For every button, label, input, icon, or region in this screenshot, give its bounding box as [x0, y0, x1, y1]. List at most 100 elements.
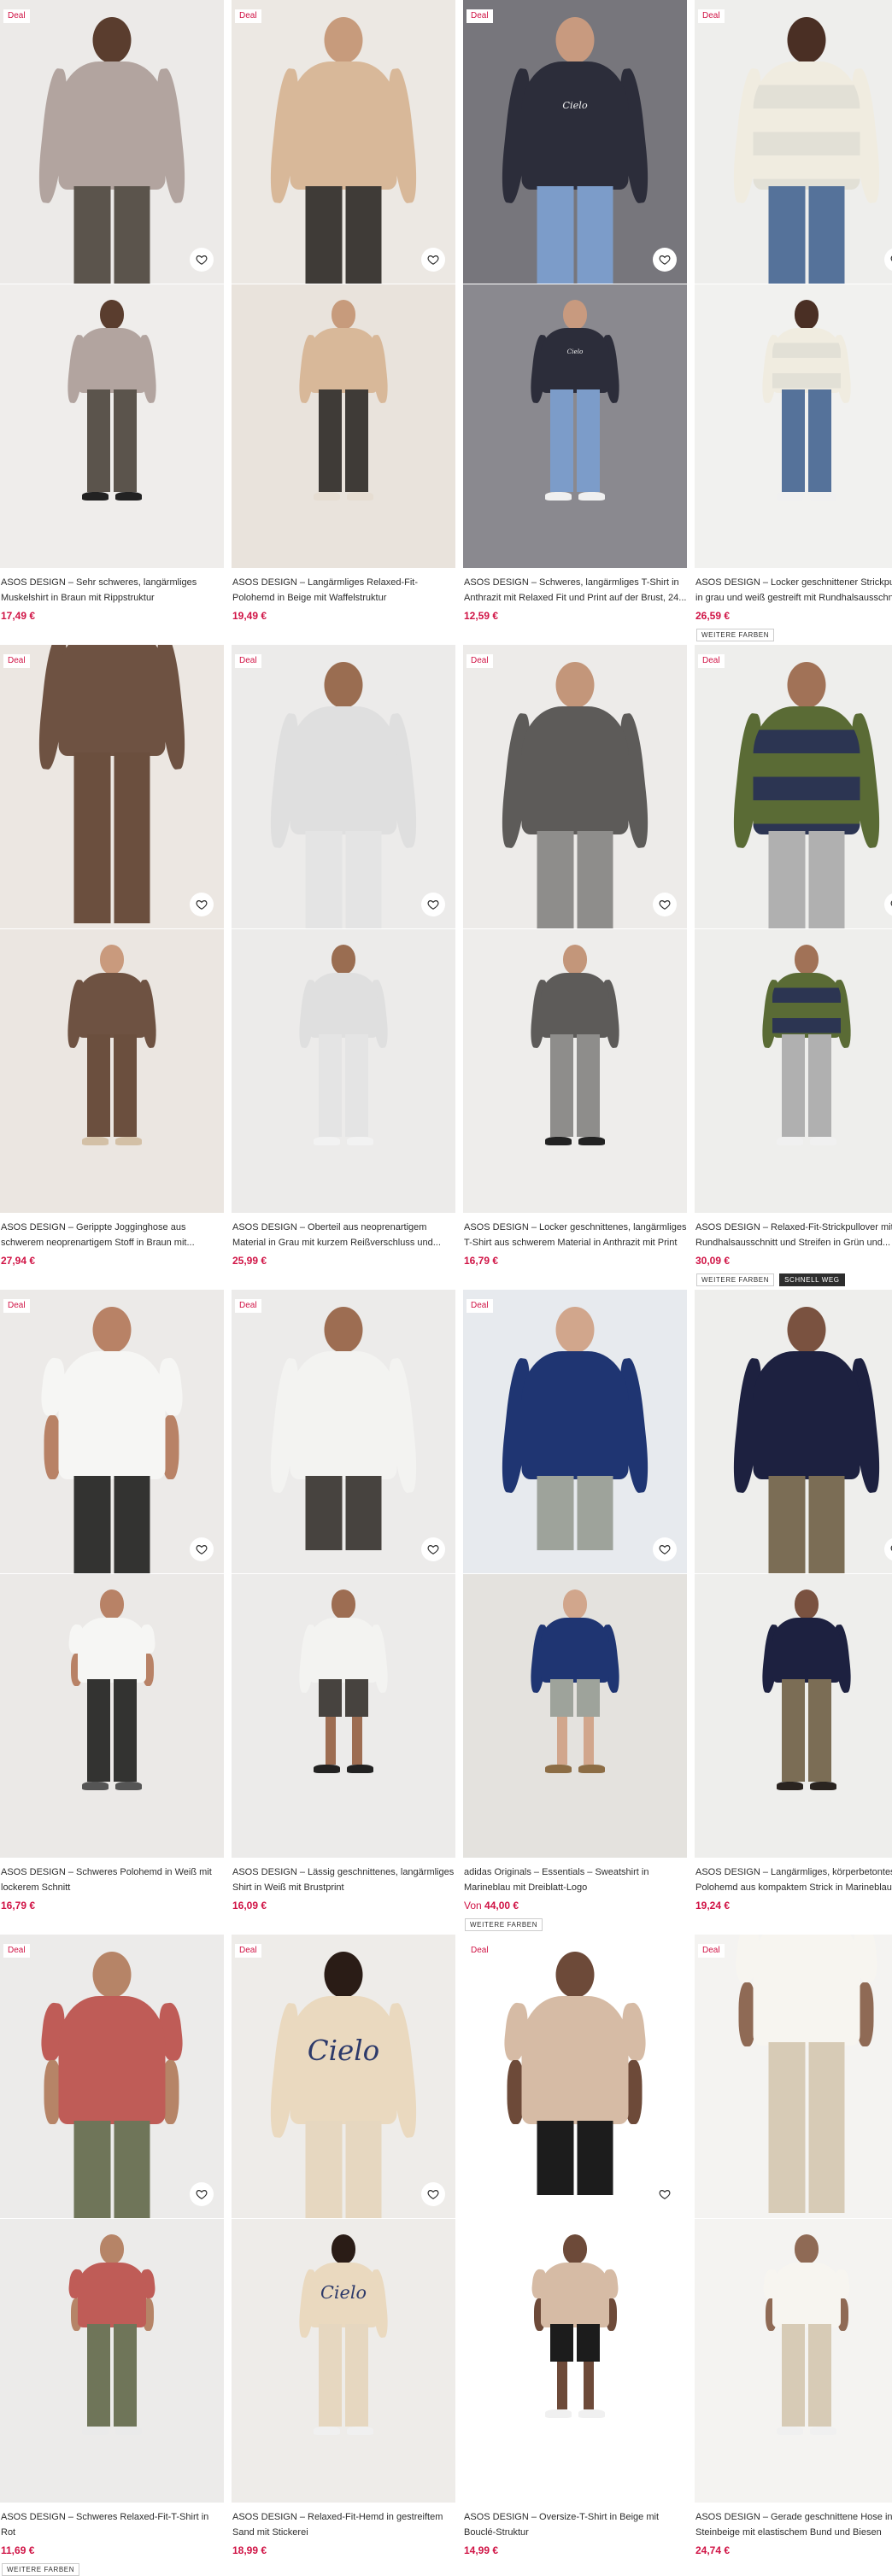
product-title[interactable]: ASOS DESIGN – Sehr schweres, langärmlige…: [0, 575, 224, 607]
product-card[interactable]: Deal ASOS DESIGN – Locker geschnittenes, …: [463, 645, 687, 1267]
product-image-alt[interactable]: Cielo: [232, 2219, 455, 2503]
product-card[interactable]: Deal ASOS DESIGN – Locker geschnittener S…: [695, 0, 892, 641]
product-price: 30,09 €: [695, 1255, 892, 1267]
model-leg: [318, 389, 342, 493]
model-shoe: [810, 492, 837, 501]
product-image-main[interactable]: Cielo Deal: [232, 1935, 455, 2218]
product-title[interactable]: ASOS DESIGN – Gerade geschnittene Hose i…: [695, 2509, 892, 2542]
product-image-main[interactable]: Deal: [0, 1935, 224, 2218]
product-image-main[interactable]: Cielo Deal: [463, 0, 687, 284]
product-image-main[interactable]: Deal: [463, 1290, 687, 1573]
product-title[interactable]: ASOS DESIGN – Relaxed-Fit-Strickpullover…: [695, 1220, 892, 1252]
product-image-alt[interactable]: [232, 284, 455, 568]
product-image-main[interactable]: Deal: [0, 0, 224, 284]
heart-icon[interactable]: [653, 248, 677, 272]
product-image-main[interactable]: Deal: [695, 1935, 892, 2218]
product-image-alt[interactable]: [0, 2219, 224, 2503]
product-price: 18,99 €: [232, 2544, 455, 2556]
model-head: [555, 662, 595, 708]
product-title[interactable]: ASOS DESIGN – Locker geschnittenes, lang…: [463, 1220, 687, 1252]
product-card[interactable]: Deal ASOS DESIGN – Schweres Relaxed-Fit-T…: [0, 1935, 224, 2576]
product-title[interactable]: ASOS DESIGN – Relaxed-Fit-Hemd in gestre…: [232, 2509, 455, 2542]
product-title[interactable]: ASOS DESIGN – Oberteil aus neoprenartige…: [232, 1220, 455, 1252]
product-image-main[interactable]: Deal: [463, 645, 687, 928]
model-torso: [541, 1618, 609, 1683]
price-value: 18,99 €: [232, 2544, 267, 2556]
product-card[interactable]: Deal ASOS DESIGN – Gerade geschnittene Ho…: [695, 1935, 892, 2556]
model-leg: [345, 1034, 369, 1138]
model-shoe: [810, 1137, 837, 1145]
product-title[interactable]: ASOS DESIGN – Gerippte Jogginghose aus s…: [0, 1220, 224, 1252]
product-image-alt[interactable]: [232, 929, 455, 1213]
product-image-alt[interactable]: Cielo: [463, 284, 687, 568]
product-card[interactable]: Deal ASOS DESIGN – Relaxed-Fit-Strickpull…: [695, 645, 892, 1286]
product-image-alt[interactable]: [0, 929, 224, 1213]
product-card[interactable]: Deal ASOS DESIGN – Sehr schweres, langärm…: [0, 0, 224, 622]
product-card[interactable]: Deal ASOS DESIGN – Oversize-T-Shirt in Be…: [463, 1935, 687, 2556]
product-image-main[interactable]: Deal: [0, 1290, 224, 1573]
model-figure: [515, 1590, 635, 1858]
model-shoe: [347, 1137, 374, 1145]
product-title[interactable]: adidas Originals – Essentials – Sweatshi…: [463, 1865, 687, 1897]
product-card[interactable]: Deal adidas Originals – Essentials – Swea…: [463, 1290, 687, 1931]
model-figure: [747, 2234, 866, 2503]
product-image-alt[interactable]: [695, 2219, 892, 2503]
product-card[interactable]: Cielo Deal Cielo ASOS DESIGN – Schweres, la…: [463, 0, 687, 622]
product-title[interactable]: ASOS DESIGN – Schweres Polohemd in Weiß …: [0, 1865, 224, 1897]
product-image-main[interactable]: Deal: [695, 0, 892, 284]
product-image-alt[interactable]: [695, 929, 892, 1213]
product-card[interactable]: Deal ASOS DESIGN – Lässig geschnittenes, …: [232, 1290, 455, 1912]
product-image-main[interactable]: Deal: [232, 645, 455, 928]
model-figure: [728, 662, 886, 928]
heart-icon[interactable]: [653, 2182, 677, 2206]
heart-icon[interactable]: [421, 893, 445, 916]
model-leg: [537, 1475, 573, 1551]
product-image-main[interactable]: Deal: [463, 1935, 687, 2218]
product-title[interactable]: ASOS DESIGN – Lässig geschnittenes, lang…: [232, 1865, 455, 1897]
model-leg: [345, 2324, 369, 2427]
product-image-alt[interactable]: [0, 1574, 224, 1858]
product-card[interactable]: Deal ASOS DESIGN – Oberteil aus neoprenar…: [232, 645, 455, 1267]
product-title[interactable]: ASOS DESIGN – Langärmliges Relaxed-Fit-P…: [232, 575, 455, 607]
heart-icon[interactable]: [421, 1537, 445, 1561]
model-head: [787, 1307, 826, 1353]
product-image-main[interactable]: Deal: [232, 0, 455, 284]
model-leg: [781, 1679, 805, 1783]
product-title[interactable]: ASOS DESIGN – Langärmliges, körperbetont…: [695, 1865, 892, 1897]
model-shoe: [81, 1137, 109, 1145]
heart-icon[interactable]: [421, 248, 445, 272]
product-title[interactable]: ASOS DESIGN – Oversize-T-Shirt in Beige …: [463, 2509, 687, 2542]
product-title[interactable]: ASOS DESIGN – Locker geschnittener Stric…: [695, 575, 892, 607]
product-image-alt[interactable]: [463, 1574, 687, 1858]
product-card[interactable]: Deal ASOS DESIGN – Gerippte Jogginghose a…: [0, 645, 224, 1267]
heart-icon[interactable]: [653, 1537, 677, 1561]
heart-icon[interactable]: [190, 1537, 214, 1561]
product-image-main[interactable]: [695, 1290, 892, 1573]
model-head: [562, 2234, 588, 2264]
product-title[interactable]: ASOS DESIGN – Schweres Relaxed-Fit-T-Shi…: [0, 2509, 224, 2542]
product-image-alt[interactable]: [463, 2219, 687, 2503]
heart-icon[interactable]: [421, 2182, 445, 2206]
shirt-print: Cielo: [566, 347, 584, 355]
heart-icon[interactable]: [190, 2182, 214, 2206]
model-shoe: [81, 492, 109, 501]
product-image-main[interactable]: Deal: [0, 645, 224, 928]
heart-icon[interactable]: [190, 893, 214, 916]
model-leg: [808, 1475, 845, 1573]
model-torso: [541, 328, 609, 394]
product-card[interactable]: ASOS DESIGN – Langärmliges, körperbetont…: [695, 1290, 892, 1912]
product-image-alt[interactable]: [695, 284, 892, 568]
product-image-alt[interactable]: [232, 1574, 455, 1858]
product-title[interactable]: ASOS DESIGN – Schweres, langärmliges T-S…: [463, 575, 687, 607]
product-image-alt[interactable]: [0, 284, 224, 568]
heart-icon[interactable]: [190, 248, 214, 272]
product-image-alt[interactable]: [695, 1574, 892, 1858]
product-card[interactable]: Cielo Deal Cielo ASOS DESIGN – Relaxed-Fit-…: [232, 1935, 455, 2556]
product-card[interactable]: Deal ASOS DESIGN – Langärmliges Relaxed-F…: [232, 0, 455, 622]
product-image-alt[interactable]: [463, 929, 687, 1213]
heart-icon[interactable]: [653, 893, 677, 916]
product-card[interactable]: Deal ASOS DESIGN – Schweres Polohemd in W…: [0, 1290, 224, 1912]
product-image-main[interactable]: Deal: [695, 645, 892, 928]
product-image-main[interactable]: Deal: [232, 1290, 455, 1573]
model-torso: [309, 1618, 378, 1683]
